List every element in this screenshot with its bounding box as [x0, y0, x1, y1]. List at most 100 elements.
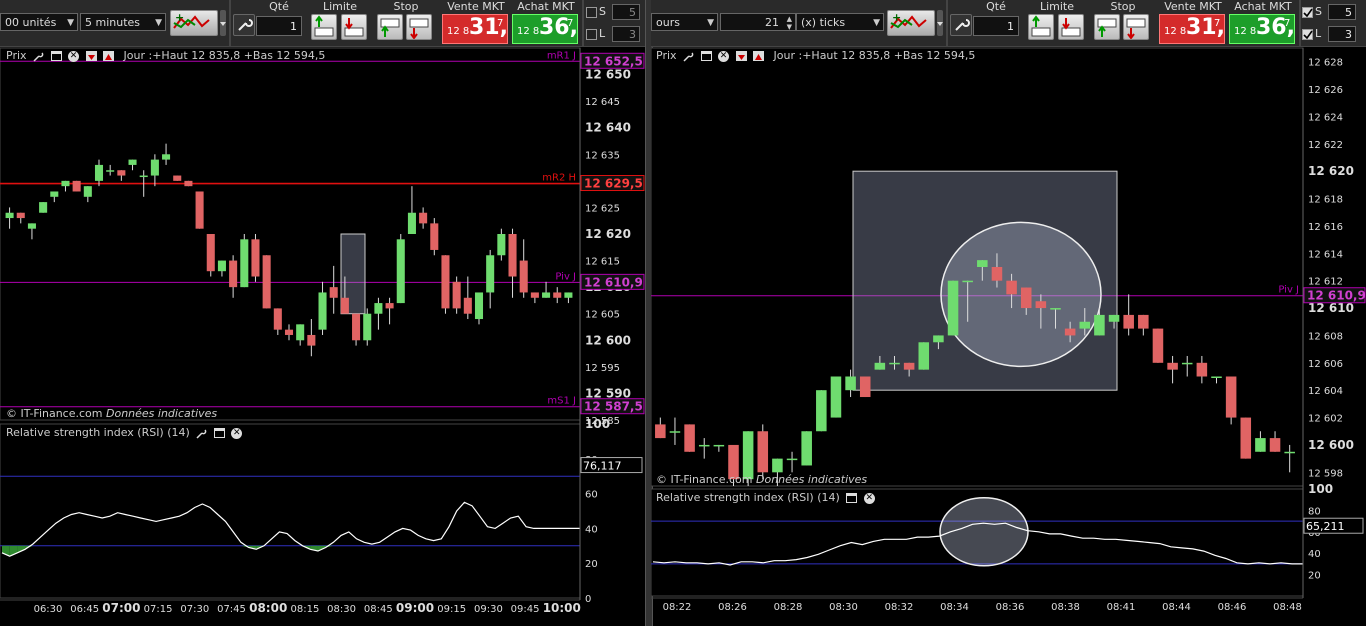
right-stop-buy-button[interactable] — [1094, 14, 1120, 40]
close-icon[interactable]: ✕ — [68, 50, 80, 62]
right-s-input[interactable]: 5 — [1328, 4, 1356, 20]
candle-body — [240, 239, 249, 288]
candle-body — [1123, 314, 1134, 329]
right-ticks-spinner[interactable]: 21 ▲ ▼ — [720, 13, 796, 31]
close-icon[interactable]: ✕ — [863, 492, 875, 504]
maximize-icon[interactable] — [50, 51, 62, 61]
right-qty-input[interactable]: 1 — [973, 16, 1019, 36]
wrench-icon[interactable] — [683, 51, 694, 62]
left-s-input[interactable]: 5 — [612, 4, 640, 20]
left-s-checkbox[interactable] — [586, 7, 597, 18]
right-limit-buy-button[interactable] — [1028, 14, 1054, 40]
wrench-icon[interactable] — [196, 428, 207, 439]
left-indicator-dropdown[interactable] — [220, 10, 226, 36]
candle-body — [1211, 376, 1222, 378]
move-up-icon[interactable] — [753, 51, 765, 61]
indicator-chart-icon: + — [890, 11, 927, 29]
right-limit-sell-button[interactable] — [1058, 14, 1084, 40]
left-limit-buy-button[interactable] — [311, 14, 337, 40]
time-tick-label: 08:48 — [1273, 602, 1302, 613]
right-settings-button[interactable] — [950, 14, 972, 36]
left-units-select[interactable]: 00 unités ▼ — [0, 13, 78, 31]
left-chart-area[interactable]: 12 65012 64512 64012 63512 63012 62512 6… — [0, 46, 645, 626]
right-s-checkbox[interactable] — [1302, 7, 1313, 18]
time-tick-label: 08:34 — [940, 602, 969, 613]
rsi-tick-label: 100 — [585, 417, 610, 431]
rsi-tick-label: 100 — [1308, 482, 1333, 496]
maximize-icon[interactable] — [846, 493, 858, 503]
price-tick-label: 12 616 — [1308, 222, 1343, 233]
right-sell-market-button[interactable]: 12 8 31, 7 — [1159, 14, 1225, 44]
time-tick-label: 07:45 — [217, 604, 246, 615]
right-indicator-dropdown[interactable] — [937, 10, 943, 36]
svg-text:+: + — [892, 11, 901, 24]
left-sell-market-button[interactable]: 12 8 31, 7 — [442, 14, 508, 44]
left-limit-sell-button[interactable] — [341, 14, 367, 40]
left-buy-market-button[interactable]: 12 8 36, 7 — [512, 14, 578, 44]
watermark-source: © IT-Finance.com — [6, 407, 103, 420]
candle-body — [128, 159, 137, 165]
maximize-icon[interactable] — [213, 428, 225, 438]
maximize-icon[interactable] — [700, 51, 712, 61]
right-buy-market-button[interactable]: 12 8 36, 7 — [1229, 14, 1295, 44]
candle-body — [977, 260, 988, 267]
time-tick-label: 09:15 — [437, 604, 466, 615]
left-l-input[interactable]: 3 — [612, 26, 640, 42]
candle-body — [1020, 287, 1032, 309]
candle-body — [385, 303, 394, 309]
rsi-highlight-circle — [939, 497, 1029, 567]
close-icon[interactable]: ✕ — [231, 427, 243, 439]
right-units-select[interactable]: ours ▼ — [651, 13, 718, 31]
candle-body — [184, 180, 193, 187]
move-down-icon[interactable] — [735, 51, 747, 61]
left-toolbar: 00 unités ▼ 5 minutes ▼ + Qté 1 Limite Sto… — [0, 0, 645, 47]
price-tick-label: 12 612 — [1308, 277, 1343, 288]
time-tick-label: 08:45 — [364, 604, 393, 615]
move-down-icon[interactable] — [85, 51, 97, 61]
candle-body — [106, 170, 115, 172]
price-tick-label: 12 640 — [585, 121, 631, 135]
candle-body — [396, 239, 405, 304]
candle-body — [698, 444, 710, 447]
move-up-icon[interactable] — [103, 51, 115, 61]
time-tick-label: 07:00 — [102, 601, 140, 615]
level-name: mR1 J — [547, 50, 576, 61]
rsi-tick-label: 60 — [585, 490, 598, 501]
right-l-input[interactable]: 3 — [1328, 26, 1356, 42]
price-tick-label: 12 620 — [1308, 164, 1354, 178]
left-l-checkbox[interactable] — [586, 29, 597, 40]
price-tick-label: 12 600 — [1308, 438, 1354, 452]
right-limit-label: Limite — [1039, 0, 1075, 13]
right-chart-area[interactable]: 12 628 12 626 12 624 12 622 12 620 12 618 12 6… — [651, 46, 1366, 626]
candle-body — [206, 234, 215, 272]
limit-buy-icon — [314, 15, 334, 37]
left-rsi-title: Relative strength index (RSI) (14) — [6, 426, 190, 439]
left-indicator-button[interactable]: + — [170, 10, 218, 36]
left-qty-input[interactable]: 1 — [256, 16, 302, 36]
right-ticks-select[interactable]: (x) ticks ▼ — [796, 13, 884, 31]
time-tick-label: 09:45 — [511, 604, 540, 615]
toolbar-divider — [1299, 0, 1301, 46]
wrench-icon[interactable] — [33, 51, 44, 62]
left-timeframe-select[interactable]: 5 minutes ▼ — [80, 13, 166, 31]
close-icon[interactable]: ✕ — [718, 50, 730, 62]
right-stop-label: Stop — [1110, 0, 1136, 13]
candle-body — [786, 458, 798, 461]
rsi-tick-label: 80 — [1308, 506, 1321, 517]
left-stop-buy-button[interactable] — [377, 14, 403, 40]
time-tick-label: 06:45 — [70, 604, 99, 615]
candle-body — [340, 297, 349, 314]
right-stop-sell-button[interactable] — [1123, 14, 1149, 40]
left-l-label: L — [599, 27, 606, 40]
candle-body — [962, 280, 973, 283]
right-indicator-button[interactable]: + — [887, 10, 935, 36]
left-settings-button[interactable] — [233, 14, 255, 36]
candle-body — [452, 281, 461, 309]
time-tick-label: 08:22 — [663, 602, 692, 613]
time-tick-label: 09:30 — [474, 604, 503, 615]
right-ticks-label: (x) ticks — [801, 16, 846, 29]
time-tick-label: 08:00 — [249, 601, 287, 615]
right-l-checkbox[interactable] — [1302, 29, 1313, 40]
chevron-down-icon — [220, 22, 226, 26]
left-stop-sell-button[interactable] — [406, 14, 432, 40]
